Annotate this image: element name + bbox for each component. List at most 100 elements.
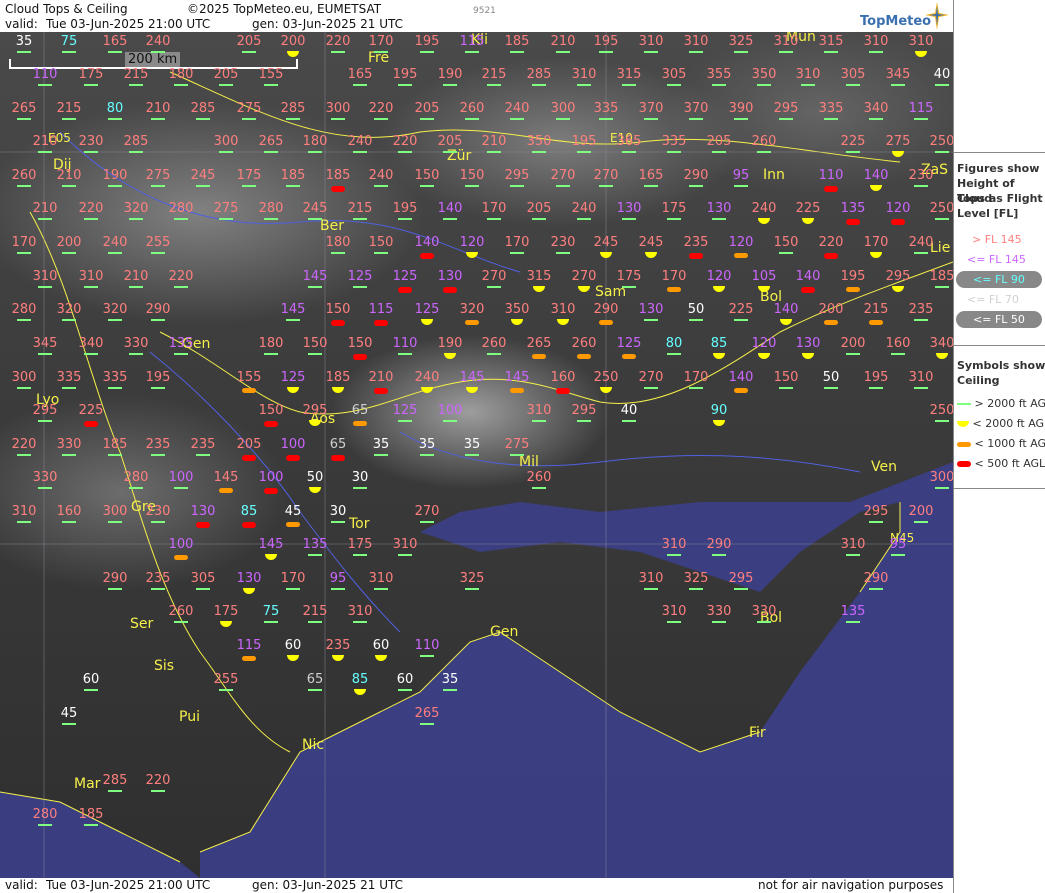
ceiling-symbol — [174, 84, 188, 86]
ceiling-symbol — [17, 521, 31, 523]
ceiling-symbol — [108, 319, 122, 321]
cloud-top-label: 255 — [213, 672, 239, 687]
tops-legend-title-1: Figures show — [957, 162, 1040, 175]
ceiling-symbol — [374, 588, 388, 590]
ceiling-symbol — [846, 219, 860, 225]
cloud-top-label: 310 — [908, 370, 934, 385]
ceiling-symbol — [374, 185, 388, 187]
ceiling-symbol — [308, 621, 322, 623]
cloud-top-label: 130 — [795, 336, 821, 351]
ceiling-symbol — [129, 218, 143, 220]
ceiling-symbol — [264, 621, 278, 623]
cloud-top-label: 140 — [414, 235, 440, 250]
cloud-top-label: 225 — [795, 201, 821, 216]
ceiling-symbol — [286, 185, 300, 187]
ceiling-symbol — [734, 185, 748, 187]
cloud-top-label: 110 — [414, 638, 440, 653]
ceiling-symbol — [286, 118, 300, 120]
cloud-top-label: 285 — [190, 101, 216, 116]
ceiling-symbol — [353, 487, 367, 489]
ceiling-symbol — [556, 118, 570, 120]
ceiling-symbol — [219, 151, 233, 153]
cloud-top-label: 195 — [392, 201, 418, 216]
ceiling-symbol — [129, 84, 143, 86]
cloud-top-label: 295 — [571, 403, 597, 418]
ceiling-symbol — [84, 353, 98, 355]
ceiling-symbol — [151, 252, 165, 254]
cloud-top-label: 75 — [60, 34, 78, 49]
cloud-top-label: 315 — [616, 67, 642, 82]
ceiling-red-symbol — [957, 461, 971, 467]
ceiling-symbol — [286, 522, 300, 527]
ceiling-symbol — [667, 151, 681, 153]
cloud-top-label: 185 — [504, 34, 530, 49]
cloud-top-label: 260 — [11, 168, 37, 183]
ceiling-symbol — [689, 118, 703, 120]
ceiling-symbol — [308, 151, 322, 153]
ceiling-symbol — [129, 286, 143, 288]
ceiling-symbol — [465, 454, 479, 456]
ceiling-symbol — [331, 320, 345, 326]
ceiling-symbol — [846, 84, 860, 86]
tops-legend-title-3: Tops as Flight — [957, 192, 1043, 205]
ceiling-symbol — [465, 588, 479, 590]
ceiling-symbol — [219, 689, 233, 691]
ceiling-symbol — [757, 151, 771, 153]
cloud-top-label: 335 — [661, 134, 687, 149]
cloud-top-label: 215 — [123, 67, 149, 82]
cloud-top-label: 175 — [347, 537, 373, 552]
cloud-top-label: 265 — [526, 336, 552, 351]
ceiling-symbol — [622, 151, 636, 153]
ceiling-symbol — [869, 118, 883, 120]
legend-panel: Figures show Height of Cloud Tops as Fli… — [953, 0, 1045, 893]
cloud-top-label: 160 — [885, 336, 911, 351]
ceiling-symbol — [331, 455, 345, 461]
ceiling-symbol — [62, 319, 76, 321]
cloud-top-label: 300 — [11, 370, 37, 385]
cloud-top-label: 165 — [638, 168, 664, 183]
cloud-top-label: 345 — [885, 67, 911, 82]
ceiling-symbol — [151, 521, 165, 523]
cloud-top-label: 310 — [863, 34, 889, 49]
cloud-top-label: 220 — [392, 134, 418, 149]
ceiling-symbol — [264, 353, 278, 355]
cloud-top-label: 30 — [351, 470, 369, 485]
ceiling-symbol — [17, 118, 31, 120]
cloud-top-label: 250 — [929, 134, 953, 149]
cloud-top-label: 150 — [773, 370, 799, 385]
ceiling-symbol — [644, 185, 658, 187]
cloud-top-label: 100 — [280, 437, 306, 452]
cloud-top-label: 310 — [368, 571, 394, 586]
cloud-top-label: 270 — [414, 504, 440, 519]
city-label: Fir — [749, 725, 766, 741]
ceiling-symbol — [38, 218, 52, 220]
ceiling-symbol — [264, 421, 278, 427]
ceiling-symbol — [891, 219, 905, 225]
cloud-top-label: 130 — [706, 201, 732, 216]
ceiling-symbol — [264, 488, 278, 494]
ceiling-symbol — [151, 185, 165, 187]
ceiling-symbol — [420, 521, 434, 523]
ceiling-symbol — [869, 387, 883, 389]
ceiling-symbol — [174, 487, 188, 489]
ceiling-symbol — [398, 84, 412, 86]
ceiling-symbol — [622, 218, 636, 220]
ceiling-symbol — [824, 387, 838, 389]
cloud-top-label: 275 — [145, 168, 171, 183]
city-label: Gen — [490, 624, 519, 640]
ceiling-symbol — [398, 353, 412, 355]
ceiling-symbol — [151, 319, 165, 321]
ceiling-symbol — [374, 320, 388, 326]
ceiling-symbol — [599, 118, 613, 120]
cloud-top-label: 120 — [885, 201, 911, 216]
cloud-top-label: 260 — [168, 604, 194, 619]
ceiling-legend-title-2: Ceiling — [957, 374, 1000, 387]
cloud-top-label: 310 — [661, 537, 687, 552]
ceiling-symbol — [846, 353, 860, 355]
ceiling-symbol — [108, 790, 122, 792]
satellite-map[interactable]: 200 km Fre Kli Mün Dij E05 Zür E10 Inn Z… — [0, 32, 953, 878]
ceiling-symbol — [510, 185, 524, 187]
ceiling-symbol — [914, 319, 928, 321]
cloud-top-label: 210 — [368, 370, 394, 385]
cloud-top-label: 370 — [683, 101, 709, 116]
